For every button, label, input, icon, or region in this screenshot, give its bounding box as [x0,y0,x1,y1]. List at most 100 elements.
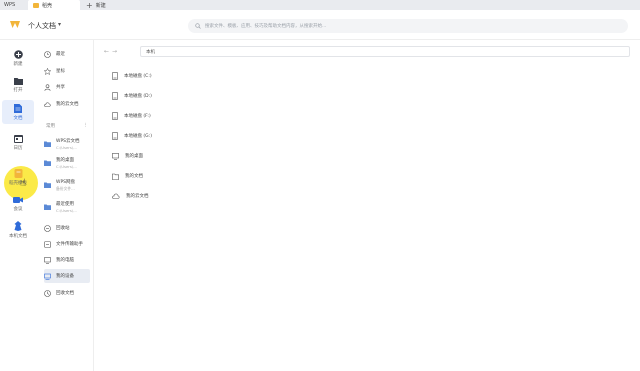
calendar-icon [13,134,23,143]
left-rail: 新建 打开 文档 日历 [0,40,36,371]
pinned-item-label: 最近使用 [56,202,74,207]
pinned-item[interactable]: WPS云文档 C:\Users\... [44,135,90,153]
tab-docer-label: 稻壳 [42,2,53,9]
folder-icon [44,141,51,147]
folder-open-icon [13,78,23,85]
nav-transfer[interactable]: 文件传输助手 [44,237,90,251]
recycle-icon [44,289,51,297]
pinned-item-path: C:\Users\... [56,208,77,213]
pinned-item-path: C:\Users\... [56,145,77,150]
rail-item-open-label: 打开 [13,88,23,93]
nav-cloud-label: 我的云文档 [56,102,79,107]
folder-icon [44,182,51,188]
rail-item-docs-label: 文档 [13,115,23,121]
transfer-icon [44,240,51,248]
plus-icon: + [86,0,93,10]
section-header-label: 常用 [46,124,55,129]
tab-new-label: 新建 [95,2,106,9]
nav-shared[interactable]: 共享 [44,80,90,94]
tab-wps[interactable]: WPS [4,0,26,10]
tab-docer[interactable]: 稻壳 [28,0,80,10]
trash-icon [44,224,51,232]
pinned-item-label: WPS网盘 [56,179,76,185]
rail-item-open[interactable]: 打开 [2,73,34,97]
rail-item-docs[interactable]: 文档 [2,100,34,124]
search-icon [195,23,201,29]
back-arrow-icon[interactable]: ← [104,48,112,55]
nav-starred[interactable]: 星标 [44,64,90,78]
nav-trash[interactable]: 回收站 [44,221,90,235]
desktop-icon [112,152,119,160]
list-item-label: 我的文档 [125,174,143,179]
folder-icon [112,173,119,180]
nav-shared-label: 共享 [56,85,65,90]
rail-item-new[interactable]: 新建 [2,46,34,70]
pinned-item-path: 备份文件... [56,185,75,191]
cloud-icon [112,193,120,199]
drive-icon [112,92,118,100]
nav-arrows: ←→ [104,48,120,55]
tab-new[interactable]: + 新建 [86,0,126,10]
device-icon [44,273,51,280]
nav-transfer-label: 文件传输助手 [56,242,83,247]
list-item[interactable]: 我的桌面 [112,151,143,161]
drive-icon [112,132,118,140]
pinned-item-path: C:\Users\... [56,164,77,169]
plus-circle-icon [13,49,23,59]
more-icon[interactable]: ⋮ [84,123,89,129]
wps-logo-icon [10,21,20,28]
pointer-cursor-icon: ☝ [20,178,27,189]
rail-item-calendar[interactable]: 日历 [2,130,34,154]
page-title[interactable]: 个人文档 [28,21,56,31]
rail-item-new-label: 新建 [13,61,23,67]
nav-cloud[interactable]: 我的云文档 [44,97,90,111]
list-item[interactable]: 本地磁盘 (D:) [112,91,152,101]
tab-wps-label: WPS [4,2,16,8]
list-item[interactable]: 本地磁盘 (G:) [112,131,152,141]
clock-icon [44,50,51,58]
pinned-item[interactable]: WPS网盘 备份文件... [44,176,90,194]
header: 个人文档 ▾ 搜索文件、模板、应用、技巧及帮助文档内容，从搜索开始... [0,10,640,40]
pinned-item[interactable]: 我的桌面 C:\Users\... [44,154,90,172]
secondary-nav: 最近 星标 共享 我的云文档 常用 ⋮ WPS云文档 C:\Users\... 我… [40,40,94,371]
chevron-down-icon[interactable]: ▾ [58,21,61,28]
list-item-label: 本地磁盘 (D:) [124,94,152,99]
cloud-icon [44,101,51,107]
drive-icon [112,72,118,80]
forward-arrow-icon[interactable]: → [112,48,120,55]
list-item-label: 本地磁盘 (F:) [124,114,151,119]
list-item[interactable]: 本地磁盘 (F:) [112,111,151,121]
nav-recent[interactable]: 最近 [44,47,90,61]
nav-recycle[interactable]: 回收文档 [44,286,90,300]
computer-icon [44,256,51,264]
list-item-label: 我的桌面 [125,154,143,159]
nav-my-device-label: 我的设备 [56,274,74,279]
nav-starred-label: 星标 [56,69,65,74]
nav-computer-label: 我的电脑 [56,258,74,263]
title-bar: WPS 稻壳 + 新建 [0,0,640,10]
list-item[interactable]: 本地磁盘 (C:) [112,71,152,81]
folder-icon [44,204,51,210]
section-header: 常用 ⋮ [46,123,88,129]
star-icon [44,67,51,75]
list-item-label: 本地磁盘 (C:) [124,74,152,79]
nav-trash-label: 回收站 [56,226,70,231]
nav-recycle-label: 回收文档 [56,291,74,296]
folder-icon [33,2,39,8]
search-placeholder: 搜索文件、模板、应用、技巧及帮助文档内容，从搜索开始... [205,24,327,29]
pinned-item[interactable]: 最近使用 C:\Users\... [44,198,90,216]
rail-item-calendar-label: 日历 [13,145,23,151]
share-icon [44,83,51,91]
search-input[interactable]: 搜索文件、模板、应用、技巧及帮助文档内容，从搜索开始... [188,19,628,33]
pinned-item-label: 我的桌面 [56,158,74,163]
path-bar[interactable]: 本机 [140,46,630,57]
drive-icon [112,112,118,120]
list-item-label: 我的云文档 [126,194,149,199]
nav-computer[interactable]: 我的电脑 [44,253,90,267]
list-item-label: 本地磁盘 (G:) [124,134,152,139]
nav-my-device[interactable]: 我的设备 [44,269,90,283]
list-item[interactable]: 我的文档 [112,171,143,181]
path-label: 本机 [146,49,155,55]
nav-recent-label: 最近 [56,52,65,57]
list-item[interactable]: 我的云文档 [112,191,149,201]
